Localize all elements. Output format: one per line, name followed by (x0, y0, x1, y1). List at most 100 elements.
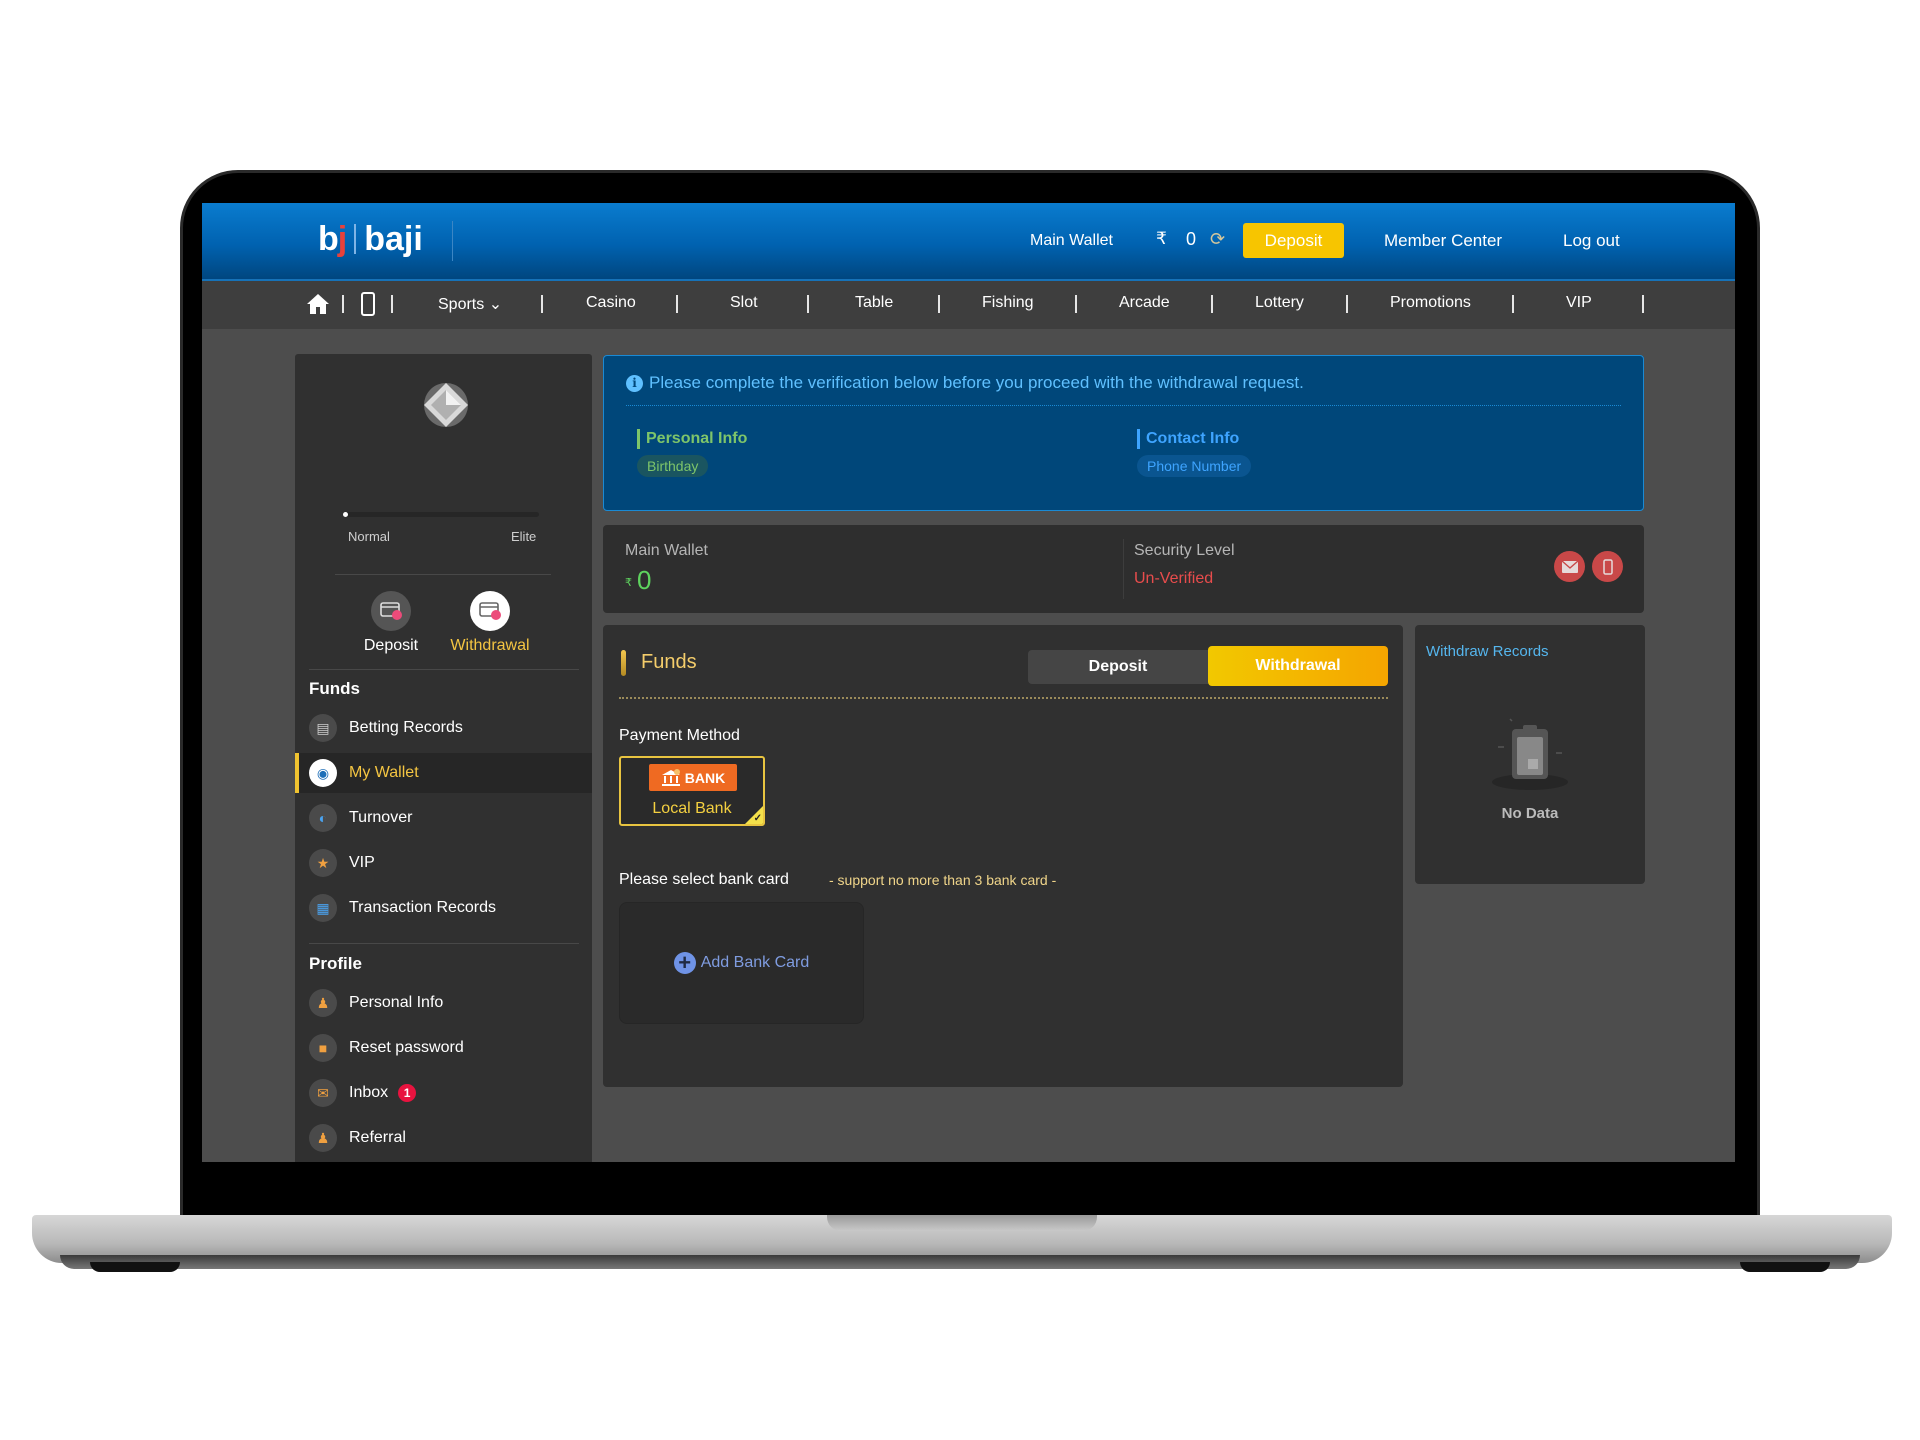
sidebar-item-reset-password[interactable]: ■ Reset password (295, 1028, 592, 1068)
contact-info-title: Contact Info (1137, 429, 1251, 449)
sidebar-divider (335, 574, 551, 575)
nav-separator (938, 295, 940, 313)
header-deposit-button[interactable]: Deposit (1243, 223, 1344, 258)
wallet-icon: ◉ (309, 759, 337, 787)
user-icon: ♟ (309, 989, 337, 1017)
plus-circle-icon: + (673, 952, 696, 974)
level-from-label: Normal (348, 529, 390, 544)
sidebar-item-label: Betting Records (349, 719, 463, 736)
payment-method-local-bank[interactable]: BANK Local Bank ✓ (619, 756, 765, 826)
sidebar-item-label: Personal Info (349, 994, 444, 1011)
funds-divider (619, 697, 1388, 699)
nav-fishing[interactable]: Fishing (982, 294, 1034, 312)
level-to-label: Elite (511, 529, 537, 544)
sidebar-item-vip[interactable]: ★ VIP (295, 843, 592, 883)
referral-icon: ♟ (309, 1124, 337, 1152)
mail-icon: ✉ (309, 1079, 337, 1107)
refresh-icon[interactable]: ⟳ (1210, 230, 1228, 248)
tab-withdrawal[interactable]: Withdrawal (1208, 646, 1388, 686)
nav-slot[interactable]: Slot (730, 294, 758, 312)
nav-separator (1346, 295, 1348, 313)
deposit-card-icon (371, 591, 411, 631)
main-wallet-label: Main Wallet (1030, 232, 1113, 249)
funds-section-title: Funds (309, 679, 360, 698)
laptop-base-bottom (60, 1255, 1860, 1269)
empty-clipboard-icon (1492, 718, 1568, 790)
nav-sports[interactable]: Sports ⌄ (438, 294, 502, 314)
inbox-unread-badge: 1 (398, 1084, 417, 1102)
verification-message: i Please complete the verification below… (626, 373, 1304, 393)
level-progress-bar (343, 512, 539, 517)
currency-symbol: ₹ (1156, 229, 1167, 248)
wallet-amount: 0 (637, 565, 652, 595)
withdraw-records-panel: Withdraw Records No Data (1415, 625, 1645, 884)
logo-text: baji (364, 219, 423, 258)
sidebar-item-inbox[interactable]: ✉ Inbox 1 (295, 1073, 592, 1113)
nav-arcade[interactable]: Arcade (1119, 294, 1170, 312)
nav-separator (807, 295, 809, 313)
wallet-currency-symbol: ₹ (625, 577, 632, 589)
tab-deposit[interactable]: Deposit (1028, 650, 1208, 684)
quick-withdrawal-button[interactable]: Withdrawal (445, 591, 535, 655)
level-progress-indicator (343, 512, 348, 517)
birthday-chip[interactable]: Birthday (637, 455, 709, 477)
phone-icon[interactable] (1592, 551, 1623, 582)
payment-method-label: Payment Method (619, 727, 740, 744)
email-icon[interactable] (1554, 551, 1585, 582)
wallet-balance: 0 (1186, 229, 1197, 249)
nav-casino[interactable]: Casino (586, 294, 636, 312)
funds-accent-bar (621, 650, 626, 676)
lock-icon: ■ (309, 1034, 337, 1062)
sidebar-item-my-wallet[interactable]: ◉ My Wallet (295, 753, 592, 793)
bank-building-icon (661, 768, 680, 786)
vip-star-icon: ★ (309, 849, 337, 877)
logo-b: b (318, 219, 339, 258)
sidebar-item-personal-info[interactable]: ♟ Personal Info (295, 983, 592, 1023)
security-status: Un-Verified (1134, 570, 1214, 587)
logo-separator (354, 224, 357, 254)
add-bank-card-button[interactable]: + Add Bank Card (619, 902, 864, 1024)
laptop-foot (90, 1262, 180, 1272)
funds-panel: Funds Deposit Withdrawal Payment Method … (603, 625, 1403, 1087)
nav-promotions[interactable]: Promotions (1390, 294, 1471, 312)
payment-method-name: Local Bank (652, 800, 732, 817)
wallet-summary-panel: Main Wallet ₹ 0 Security Level Un-Verifi… (603, 525, 1644, 613)
chevron-down-icon: ⌄ (488, 296, 503, 313)
nav-sports-label: Sports (438, 296, 485, 313)
screen: bj baji Main Wallet ₹ 0 ⟳ Deposit Member… (202, 203, 1735, 1162)
funds-title: Funds (641, 651, 697, 673)
personal-info-group: Personal Info Birthday (637, 429, 747, 477)
main-wallet-label: Main Wallet (625, 542, 708, 559)
logout-link[interactable]: Log out (1563, 231, 1620, 251)
bank-card-note: - support no more than 3 bank card - (829, 872, 1057, 888)
nav-separator (541, 295, 543, 313)
home-icon[interactable] (306, 293, 330, 315)
sidebar-item-betting-records[interactable]: ▤ Betting Records (295, 708, 592, 748)
nav-lottery[interactable]: Lottery (1255, 294, 1304, 312)
baji-logo[interactable]: bj baji (318, 219, 423, 259)
nav-separator (1642, 295, 1644, 313)
clipboard-icon: ▤ (309, 714, 337, 742)
sidebar-item-turnover[interactable]: ◐ Turnover (295, 798, 592, 838)
verification-notice: i Please complete the verification below… (603, 355, 1644, 511)
security-level-label: Security Level (1134, 542, 1235, 559)
nav-table[interactable]: Table (855, 294, 893, 312)
phone-number-chip[interactable]: Phone Number (1137, 455, 1252, 477)
sidebar-item-label: Transaction Records (349, 899, 497, 916)
nav-separator (1512, 295, 1514, 313)
add-bank-card-label: Add Bank Card (700, 954, 810, 971)
contact-info-group: Contact Info Phone Number (1137, 429, 1252, 477)
nav-vip[interactable]: VIP (1566, 294, 1592, 312)
sidebar-item-label: Turnover (349, 809, 413, 826)
top-header: bj baji Main Wallet ₹ 0 ⟳ Deposit Member… (202, 203, 1735, 279)
withdraw-records-title[interactable]: Withdraw Records (1426, 643, 1549, 660)
sidebar-item-label: VIP (349, 854, 375, 871)
sidebar-item-transaction-records[interactable]: ▦ Transaction Records (295, 888, 592, 928)
laptop-notch (827, 1215, 1097, 1231)
sidebar-item-referral[interactable]: ♟ Referral (295, 1118, 592, 1158)
diamond-badge-icon (424, 383, 468, 427)
mobile-icon[interactable] (361, 292, 375, 316)
quick-deposit-button[interactable]: Deposit (346, 591, 436, 655)
personal-info-title: Personal Info (637, 429, 747, 449)
member-center-link[interactable]: Member Center (1384, 231, 1502, 251)
